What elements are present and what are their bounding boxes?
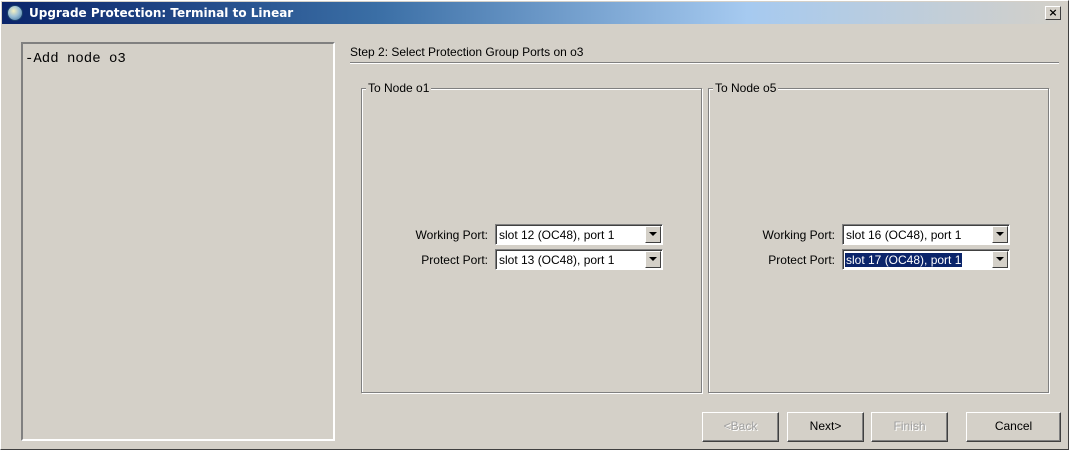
group-title: To Node o5 bbox=[713, 81, 779, 95]
chevron-down-icon[interactable] bbox=[645, 251, 661, 268]
protect-port-select[interactable]: slot 17 (OC48), port 1 bbox=[842, 249, 1010, 270]
protect-port-label: Protect Port: bbox=[768, 253, 835, 267]
group-to-node-o5: To Node o5 Working Port: slot 16 (OC48),… bbox=[708, 81, 1049, 393]
group-to-node-o1: To Node o1 Working Port: slot 12 (OC48),… bbox=[361, 81, 702, 393]
working-port-value: slot 16 (OC48), port 1 bbox=[846, 228, 962, 242]
log-line: -Add node o3 bbox=[25, 51, 126, 67]
chevron-down-icon[interactable] bbox=[645, 226, 661, 243]
cancel-button[interactable]: Cancel bbox=[966, 412, 1061, 442]
group-title: To Node o1 bbox=[366, 81, 432, 95]
working-port-select[interactable]: slot 16 (OC48), port 1 bbox=[842, 224, 1010, 245]
chevron-down-icon[interactable] bbox=[992, 251, 1008, 268]
step-divider-highlight bbox=[350, 63, 1059, 64]
window-title: Upgrade Protection: Terminal to Linear bbox=[29, 6, 294, 20]
close-button[interactable]: × bbox=[1045, 6, 1061, 20]
protect-port-label: Protect Port: bbox=[421, 253, 488, 267]
working-port-value: slot 12 (OC48), port 1 bbox=[499, 228, 615, 242]
finish-button[interactable]: Finish bbox=[871, 412, 948, 442]
working-port-select[interactable]: slot 12 (OC48), port 1 bbox=[495, 224, 663, 245]
next-button[interactable]: Next> bbox=[787, 412, 864, 442]
protect-port-value: slot 13 (OC48), port 1 bbox=[499, 253, 615, 267]
protect-port-value: slot 17 (OC48), port 1 bbox=[845, 253, 963, 267]
back-button[interactable]: <Back bbox=[702, 412, 779, 442]
title-bar[interactable]: Upgrade Protection: Terminal to Linear × bbox=[2, 2, 1067, 24]
chevron-down-icon[interactable] bbox=[992, 226, 1008, 243]
upgrade-protection-dialog: Upgrade Protection: Terminal to Linear ×… bbox=[0, 0, 1069, 450]
step-title: Step 2: Select Protection Group Ports on… bbox=[350, 45, 584, 59]
working-port-label: Working Port: bbox=[415, 228, 488, 242]
globe-icon bbox=[7, 5, 23, 21]
working-port-label: Working Port: bbox=[762, 228, 835, 242]
wizard-log-panel: -Add node o3 bbox=[21, 42, 335, 441]
protect-port-select[interactable]: slot 13 (OC48), port 1 bbox=[495, 249, 663, 270]
